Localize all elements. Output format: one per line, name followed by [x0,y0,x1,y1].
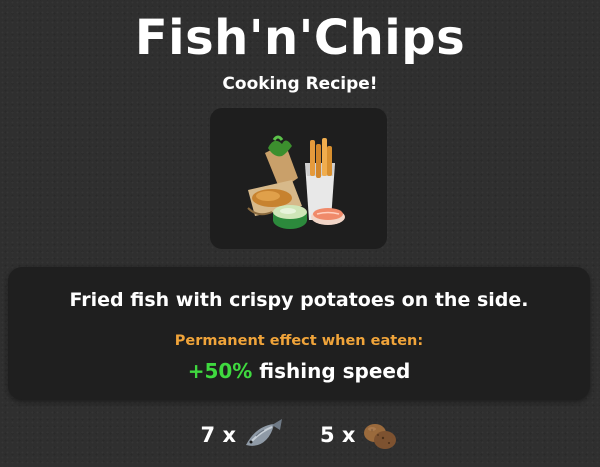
fish-and-chips-illustration [247,135,345,229]
effect-text: fishing speed [259,359,411,383]
potato-icon [364,424,397,449]
effect-line: +50% fishing speed [8,359,590,383]
effect-label: Permanent effect when eaten: [174,333,424,349]
recipe-subtitle: Cooking Recipe! [222,74,378,94]
ingredient-potato: 5 x [320,418,399,452]
effect-value: +50% [187,359,253,383]
ingredient-fish: 7 x [201,418,284,452]
ingredient-quantity: 5 x [320,423,356,447]
ingredient-quantity: 7 x [200,423,236,447]
fish-icon [246,419,282,446]
recipe-art-frame [210,108,387,249]
recipe-title: Fish'n'Chips [134,10,466,66]
recipe-description: Fried fish with crispy potatoes on the s… [69,289,529,311]
recipe-info-panel: Fried fish with crispy potatoes on the s… [8,267,590,400]
ingredient-list: 7 x 5 x [0,418,600,452]
